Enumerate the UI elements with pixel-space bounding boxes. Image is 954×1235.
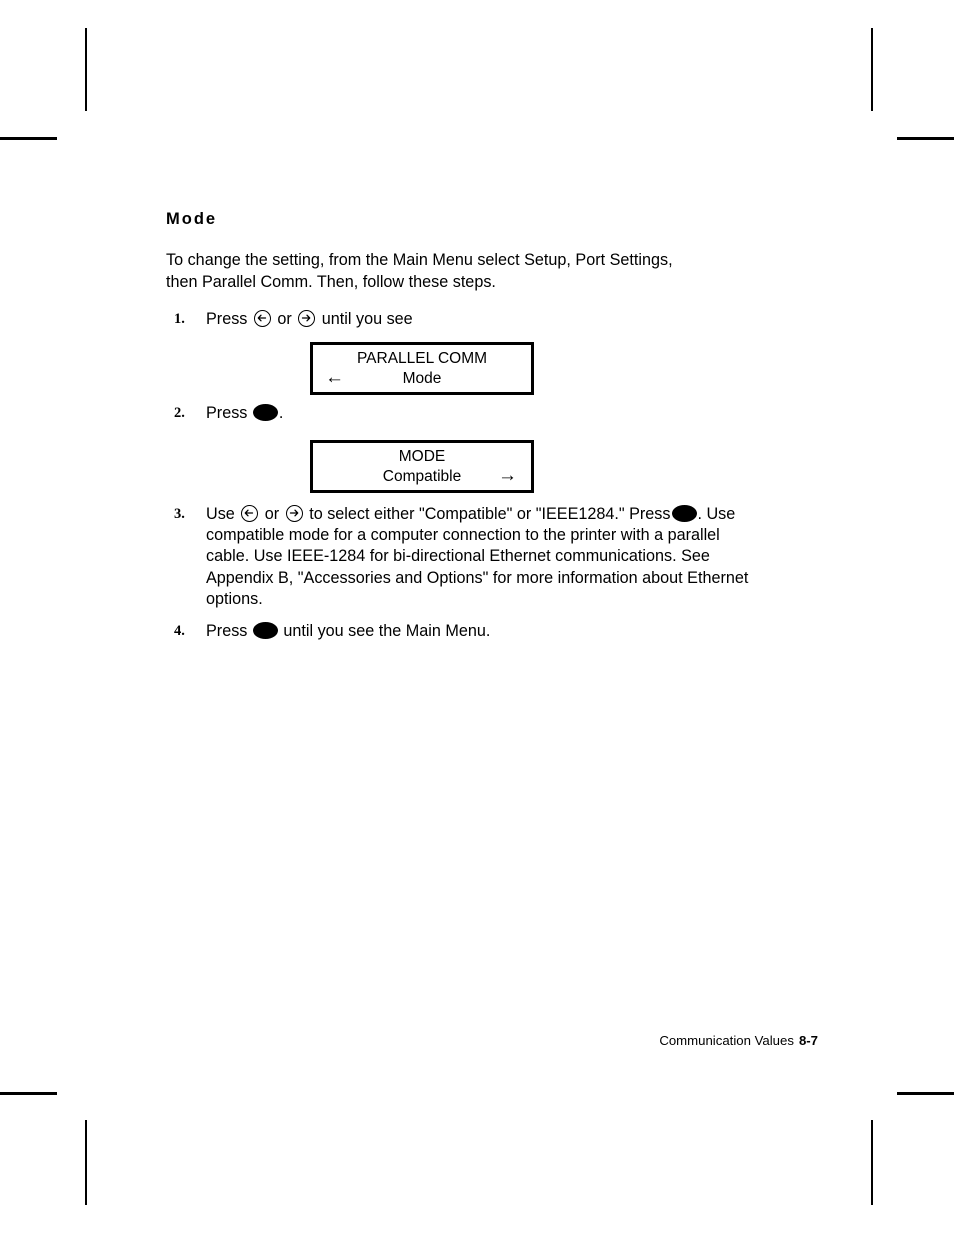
lcd-display-mode: MODE Compatible → — [310, 439, 534, 493]
step-2-text-before: Press — [206, 404, 248, 423]
step-item-4: 4. Press until you see the Main Menu. — [166, 621, 826, 642]
page-footer: Communication Values 8-7 — [659, 1033, 818, 1048]
step-item-1: 1. Press or until you see — [166, 309, 826, 330]
circled-right-arrow-icon — [285, 504, 303, 522]
step-1-text-after: until you see — [321, 309, 413, 328]
crop-mark-top-left-horizontal — [0, 137, 57, 140]
lcd-display-parallel-comm: ← PARALLEL COMM Mode — [310, 342, 534, 396]
step-item-3: 3. Use or to select either "Compatible" … — [166, 504, 826, 611]
lcd-line-1: PARALLEL COMM — [356, 350, 488, 368]
crop-mark-top-left-vertical — [85, 28, 87, 111]
circled-left-arrow-icon — [241, 504, 259, 522]
crop-mark-bottom-left-horizontal — [0, 1092, 57, 1095]
step-text: Press . — [206, 403, 826, 424]
crop-mark-top-right-vertical — [871, 28, 873, 111]
step-item-2: 2. Press . — [166, 403, 826, 424]
page-content: Mode To change the setting, from the Mai… — [166, 210, 826, 648]
step-text: Press or until you see — [206, 309, 826, 330]
step-2-text-after: . — [278, 404, 284, 423]
page-title: Mode — [166, 210, 218, 228]
step-number: 3. — [174, 505, 185, 522]
footer-chapter-title: Communication Values — [659, 1033, 794, 1048]
crop-mark-top-right-horizontal — [897, 137, 954, 140]
step-3-text-mid: or — [264, 504, 280, 523]
circled-right-arrow-icon — [298, 309, 316, 327]
crop-mark-bottom-left-vertical — [85, 1120, 87, 1205]
step-3-text-before: Use — [206, 504, 235, 523]
step-4-text-after: until you see the Main Menu. — [283, 621, 491, 640]
crop-mark-bottom-right-vertical — [871, 1120, 873, 1205]
step-text: Press until you see the Main Menu. — [206, 621, 826, 642]
step-number: 1. — [174, 310, 185, 327]
step-text: Use or to select either "Compatible" or … — [206, 504, 751, 611]
filled-oval-select-key-icon — [671, 504, 697, 522]
step-number: 2. — [174, 405, 185, 422]
crop-mark-bottom-right-horizontal — [897, 1092, 954, 1095]
intro-paragraph: To change the setting, from the Main Men… — [166, 251, 673, 291]
lcd-line-2: Mode — [402, 370, 442, 388]
circled-left-arrow-icon — [253, 309, 271, 327]
step-4-text-before: Press — [206, 621, 248, 640]
step-1-text-mid: or — [277, 309, 292, 328]
step-number: 4. — [174, 622, 185, 639]
lcd-line-1: MODE — [398, 447, 446, 465]
lcd-right-arrow-icon: → — [498, 464, 517, 486]
step-3-text-after: to select either "Compatible" or "IEEE12… — [309, 504, 671, 523]
step-1-text-before: Press — [206, 309, 248, 328]
filled-oval-select-key-icon — [252, 404, 278, 422]
filled-oval-select-key-icon — [252, 621, 278, 639]
footer-page-number: 8-7 — [798, 1033, 818, 1048]
